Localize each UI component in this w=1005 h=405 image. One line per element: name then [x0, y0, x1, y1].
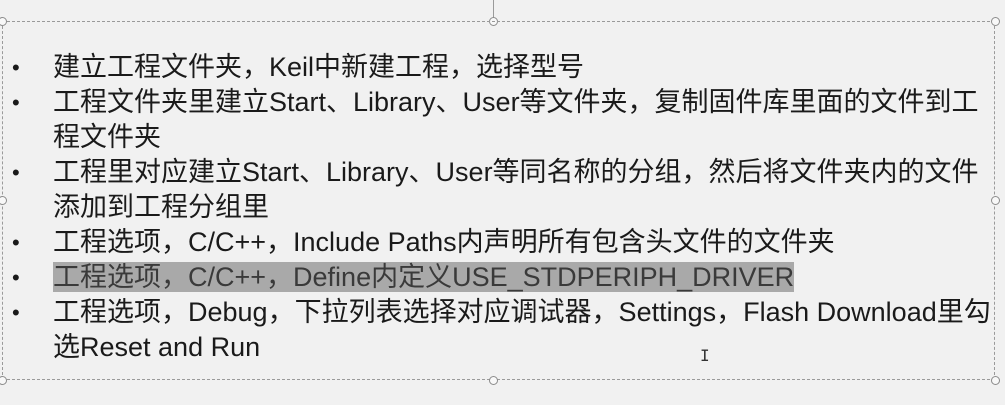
bullet-dot: •: [12, 160, 20, 185]
bullet-item-5[interactable]: • 工程选项，C/C++，Define内定义USE_STDPERIPH_DRIV…: [3, 260, 993, 295]
bullet-dot: •: [12, 230, 20, 255]
bullet-text: 工程选项，C/C++，Include Paths内声明所有包含头文件的文件夹: [53, 227, 835, 257]
bullet-dot: •: [12, 90, 20, 115]
bullet-item-4[interactable]: • 工程选项，C/C++，Include Paths内声明所有包含头文件的文件夹: [3, 225, 993, 260]
bullet-list: • 建立工程文件夹，Keil中新建工程，选择型号 • 工程文件夹里建立Start…: [3, 50, 993, 365]
bullet-text: 工程文件夹里建立Start、Library、User等文件夹，复制固件库里面的文…: [53, 87, 979, 152]
bullet-text: 工程里对应建立Start、Library、User等同名称的分组，然后将文件夹内…: [53, 157, 979, 222]
resize-handle-top-right[interactable]: [991, 17, 1000, 26]
rotation-handle-stem: [493, 0, 494, 18]
bullet-dot: •: [12, 300, 20, 325]
resize-handle-bottom-center[interactable]: [489, 376, 498, 385]
text-cursor-icon: I: [700, 346, 710, 365]
bullet-item-2[interactable]: • 工程文件夹里建立Start、Library、User等文件夹，复制固件库里面…: [3, 85, 993, 155]
resize-handle-bottom-left[interactable]: [0, 376, 7, 385]
bullet-text-selected: 工程选项，C/C++，Define内定义USE_STDPERIPH_DRIVER: [53, 262, 795, 292]
bullet-item-1[interactable]: • 建立工程文件夹，Keil中新建工程，选择型号: [3, 50, 993, 85]
bullet-item-3[interactable]: • 工程里对应建立Start、Library、User等同名称的分组，然后将文件…: [3, 155, 993, 225]
bullet-dot: •: [12, 265, 20, 290]
bullet-text: 工程选项，Debug，下拉列表选择对应调试器，Settings，Flash Do…: [53, 297, 991, 362]
bullet-item-6[interactable]: • 工程选项，Debug，下拉列表选择对应调试器，Settings，Flash …: [3, 295, 993, 365]
bullet-text: 建立工程文件夹，Keil中新建工程，选择型号: [53, 52, 585, 82]
bullet-dot: •: [12, 55, 20, 80]
resize-handle-middle-right[interactable]: [991, 196, 1000, 205]
resize-handle-bottom-right[interactable]: [991, 376, 1000, 385]
text-box-frame[interactable]: • 建立工程文件夹，Keil中新建工程，选择型号 • 工程文件夹里建立Start…: [2, 21, 995, 380]
